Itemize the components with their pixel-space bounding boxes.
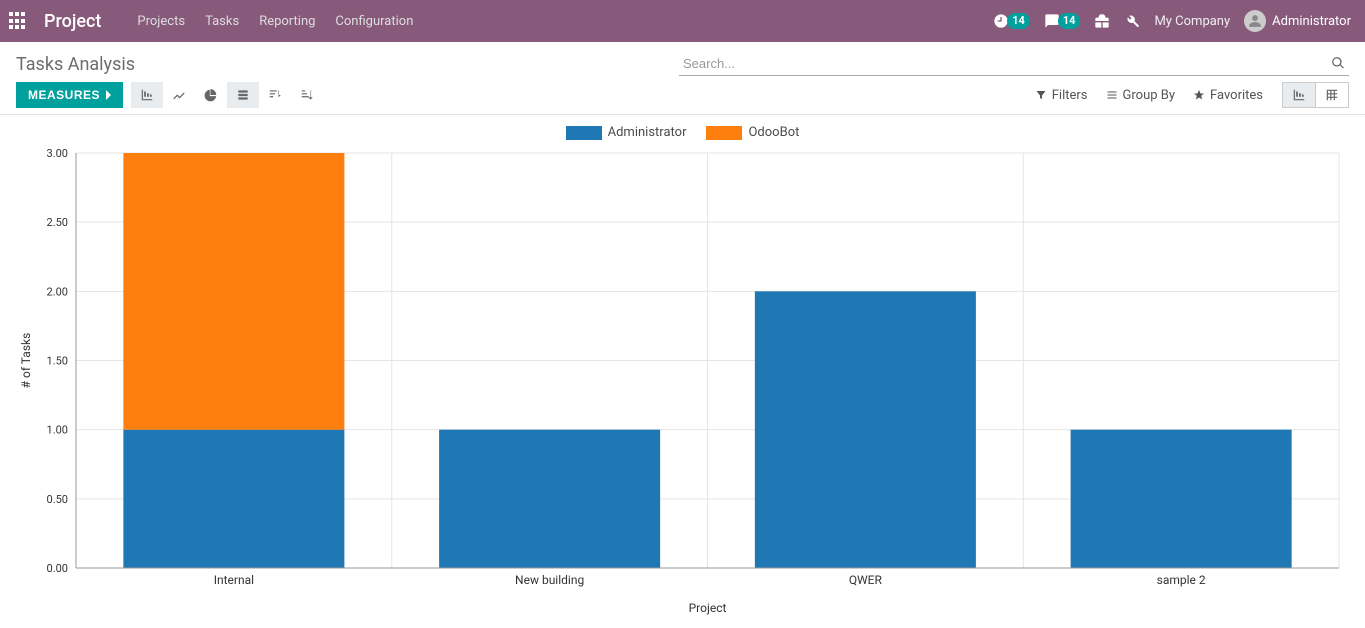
svg-text:2.50: 2.50 [47,216,68,229]
top-navbar: Project Projects Tasks Reporting Configu… [0,0,1365,42]
legend-swatch [566,126,602,140]
measures-label: MEASURES [28,88,100,102]
x-tick-label: QWER [849,573,883,587]
activity-indicator[interactable]: 14 [993,13,1030,29]
star-icon [1193,89,1205,101]
caret-right-icon [106,90,111,100]
sort-asc-button[interactable] [291,82,323,108]
legend-label: OdooBot [748,125,799,140]
svg-text:1.50: 1.50 [47,355,68,368]
nav-tasks[interactable]: Tasks [205,14,239,29]
sort-desc-button[interactable] [259,82,291,108]
svg-text:0.00: 0.00 [47,562,68,575]
stacked-button[interactable] [227,82,259,108]
nav-reporting[interactable]: Reporting [259,14,315,29]
chart-area: Administrator OdooBot 0.00 0.50 1.00 1.50 2.… [0,115,1365,628]
message-count: 14 [1058,13,1081,29]
avatar-icon [1244,10,1266,32]
measures-button[interactable]: MEASURES [16,82,123,108]
pivot-view-button[interactable] [1315,82,1349,108]
svg-text:0.50: 0.50 [47,493,68,506]
activity-count: 14 [1007,13,1030,29]
messaging-indicator[interactable]: 14 [1044,13,1081,29]
bar-segment [755,291,976,568]
x-tick-label: sample 2 [1157,573,1206,587]
search-input[interactable] [679,52,1349,76]
bar-chart-button[interactable] [131,82,163,108]
svg-text:3.00: 3.00 [47,148,68,160]
chart-legend: Administrator OdooBot [16,125,1349,140]
filters-button[interactable]: Filters [1035,88,1088,103]
legend-item[interactable]: OdooBot [706,125,799,140]
x-axis-label: Project [689,601,727,615]
user-name: Administrator [1272,14,1351,29]
graph-view-button[interactable] [1282,82,1316,108]
user-menu[interactable]: Administrator [1244,10,1351,32]
filters-label: Filters [1052,88,1088,103]
line-chart-button[interactable] [163,82,195,108]
search-icon[interactable] [1331,56,1345,74]
bar-chart: 0.00 0.50 1.00 1.50 2.00 2.50 3.00 Internal New … [16,148,1349,618]
nav-configuration[interactable]: Configuration [335,14,413,29]
apps-icon[interactable] [8,11,28,31]
groupby-button[interactable]: Group By [1106,88,1176,103]
y-axis-label: # of Tasks [19,333,33,389]
legend-swatch [706,126,742,140]
nav-projects[interactable]: Projects [137,14,185,29]
bar-segment [123,153,344,430]
groupby-label: Group By [1123,88,1176,103]
bar-segment [1071,430,1292,568]
legend-item[interactable]: Administrator [566,125,687,140]
gift-icon[interactable] [1094,13,1110,29]
page-title: Tasks Analysis [16,54,135,75]
company-switcher[interactable]: My Company [1154,14,1230,29]
control-panel: Tasks Analysis MEASURES Filters Gr [0,42,1365,115]
wrench-icon[interactable] [1124,13,1140,29]
legend-label: Administrator [608,125,687,140]
pie-chart-button[interactable] [195,82,227,108]
x-tick-label: Internal [214,573,254,587]
main-menu: Projects Tasks Reporting Configuration [137,14,413,29]
favorites-button[interactable]: Favorites [1193,88,1263,103]
favorites-label: Favorites [1210,88,1263,103]
search-box [679,52,1349,76]
funnel-icon [1035,89,1047,101]
list-icon [1106,89,1118,101]
bar-segment [123,430,344,568]
svg-text:2.00: 2.00 [47,285,68,298]
svg-text:1.00: 1.00 [47,424,68,437]
brand-title: Project [44,11,101,32]
x-tick-label: New building [515,573,584,587]
bar-segment [439,430,660,568]
